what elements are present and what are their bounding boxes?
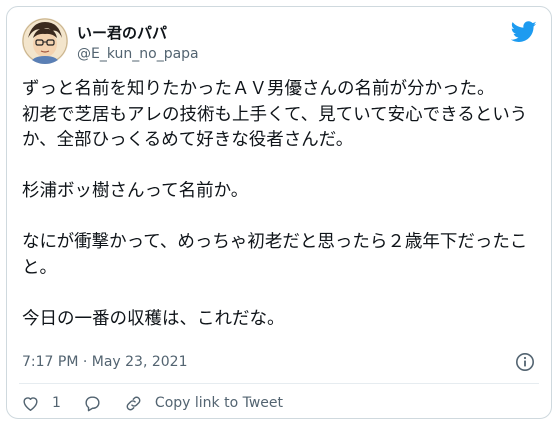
like-button[interactable]: 1 — [21, 394, 61, 413]
tweet-paragraph: なにが衝撃かって、めっちゃ初老だと思ったら２歳年下だったこと。 — [22, 232, 528, 278]
user-handle[interactable]: @E_kun_no_papa — [77, 46, 199, 62]
info-icon[interactable] — [515, 352, 535, 372]
copy-link-button[interactable]: Copy link to Tweet — [124, 394, 283, 413]
display-name[interactable]: いー君のパパ — [77, 22, 167, 43]
avatar[interactable] — [22, 18, 68, 64]
tweet-card: いー君のパパ @E_kun_no_papa ずっと名前を知りたかったＡＶ男優さん… — [6, 6, 552, 419]
tweet-paragraph: 杉浦ボッ樹さんって名前か。 — [22, 181, 249, 201]
tweet-paragraph: 今日の一番の収穫は、これだな。 — [22, 308, 285, 329]
action-bar: 1 Copy link to Tweet — [21, 392, 283, 414]
copy-link-label: Copy link to Tweet — [154, 395, 283, 411]
tweet-body: ずっと名前を知りたかったＡＶ男優さんの名前が分かった。 初老で芝居もアレの技術も… — [22, 77, 542, 332]
divider — [19, 383, 539, 384]
avatar-image — [22, 18, 68, 64]
reply-button[interactable] — [83, 394, 102, 413]
twitter-bird-icon[interactable] — [511, 21, 537, 43]
like-count: 1 — [52, 395, 61, 411]
reply-bubble-icon — [85, 395, 100, 411]
tweet-paragraph: ずっと名前を知りたかったＡＶ男優さんの名前が分かった。 初老で芝居もアレの技術も… — [22, 79, 528, 150]
heart-icon — [23, 396, 38, 411]
link-icon — [126, 396, 141, 410]
tweet-timestamp[interactable]: 7:17 PM · May 23, 2021 — [22, 354, 188, 370]
